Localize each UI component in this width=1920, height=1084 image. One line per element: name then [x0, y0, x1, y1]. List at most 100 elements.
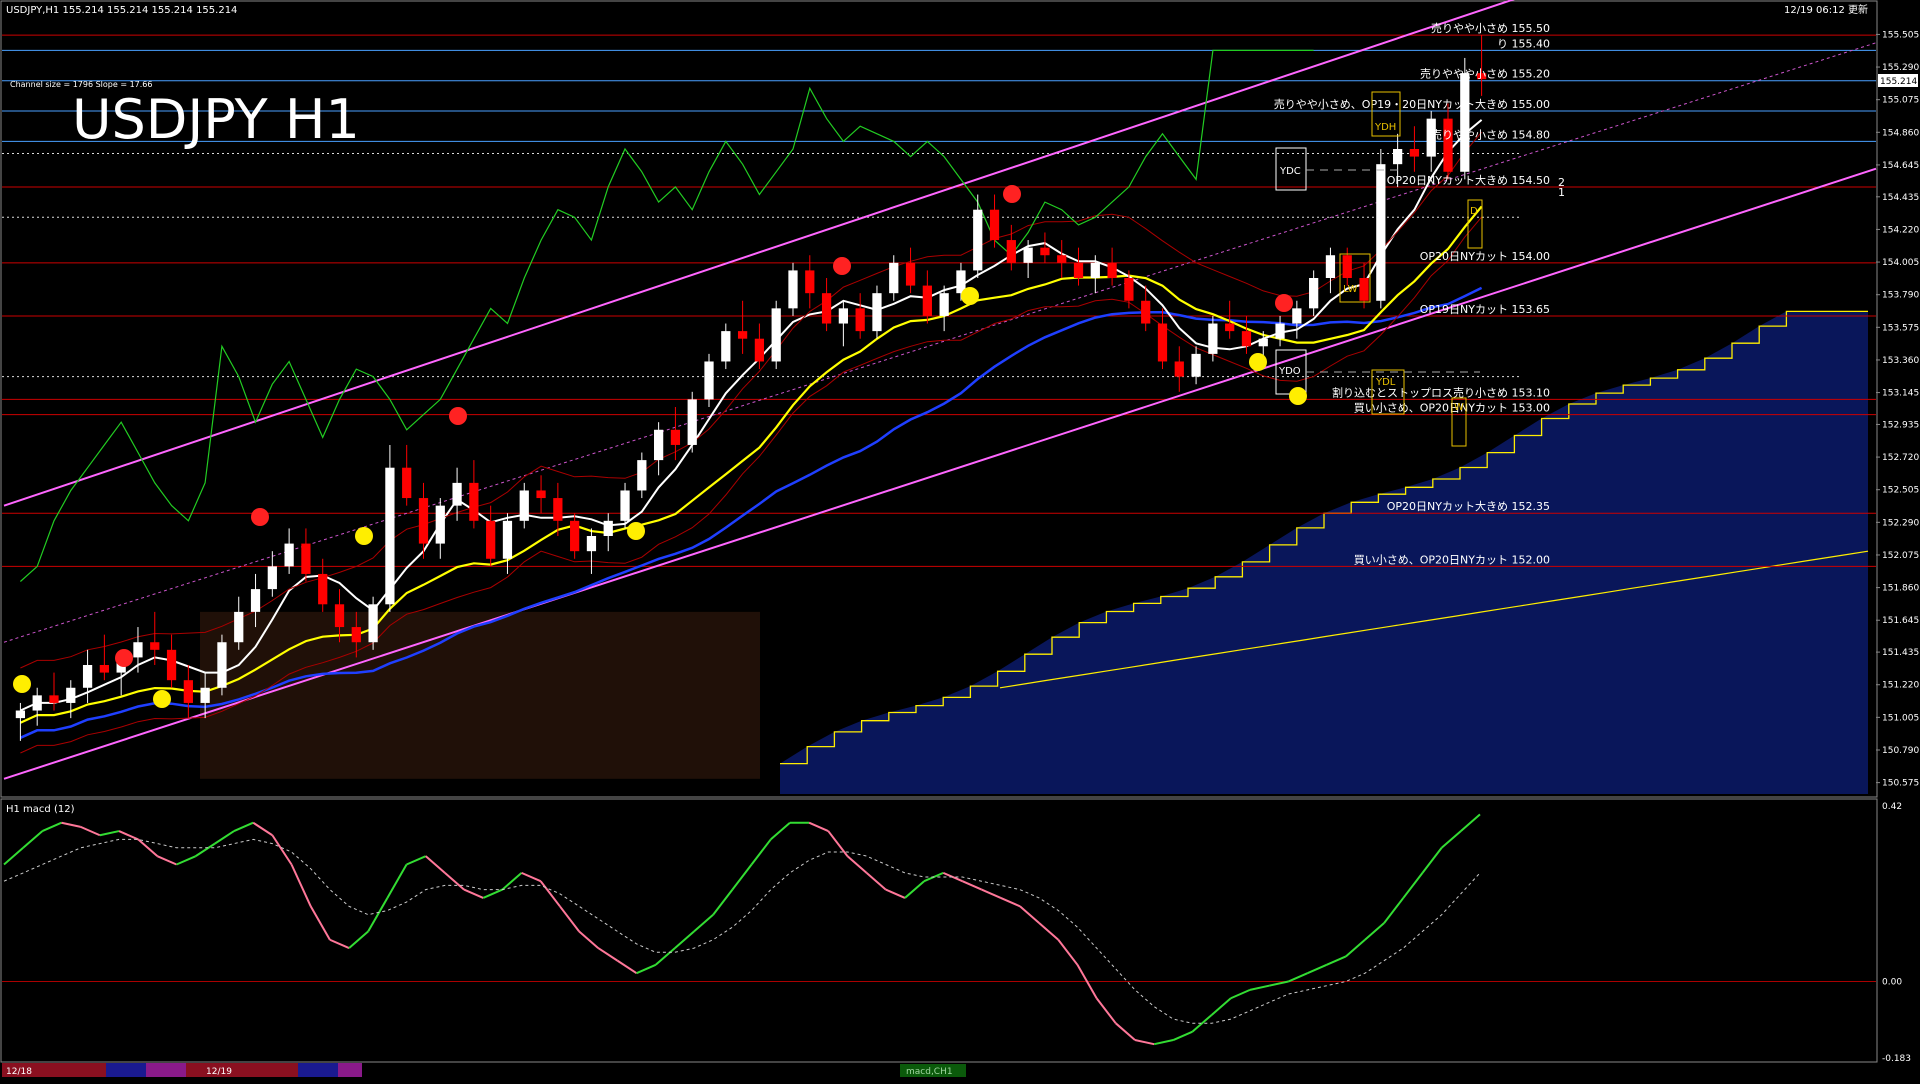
candle-body	[250, 589, 261, 612]
price-tick-label: 154.220	[1882, 225, 1919, 235]
candle-body	[1376, 164, 1386, 301]
price-tick-label: 150.790	[1882, 746, 1919, 756]
datetime-label: 12/19 06:12 更新	[1784, 3, 1868, 16]
buy-signal	[1249, 353, 1267, 371]
price-tick-label: 153.360	[1882, 356, 1919, 366]
candle-body	[1409, 149, 1420, 157]
level-label: OP20日NYカット大きめ 152.35	[1387, 499, 1550, 513]
price-tick-label: 151.860	[1882, 584, 1919, 594]
price-tick-label: 154.645	[1882, 161, 1919, 171]
candle-body	[905, 262, 916, 286]
candle-body	[1090, 262, 1100, 278]
sell-signal	[1003, 185, 1021, 203]
candle-body	[939, 293, 949, 316]
candle-body	[385, 467, 395, 605]
level-label: 買い小さめ、OP20日NYカット 152.00	[1354, 553, 1550, 566]
current-price: 155.214	[1880, 77, 1917, 87]
buy-signal	[1289, 387, 1307, 405]
candle-body	[670, 429, 681, 445]
sell-signal	[251, 508, 269, 526]
candle-body	[788, 270, 798, 309]
candle-body	[351, 627, 361, 643]
candle-body	[200, 687, 210, 703]
candle-body	[771, 308, 781, 362]
price-tick-label: 151.435	[1882, 648, 1919, 658]
candle-body	[234, 611, 244, 643]
candle-body	[637, 460, 647, 491]
candle-body	[737, 331, 748, 339]
candle-body	[49, 695, 59, 703]
price-tick-label: 152.720	[1882, 453, 1919, 463]
level-label: 売りややや小さめ 155.20	[1420, 68, 1550, 81]
price-tick-label: 152.505	[1882, 486, 1919, 496]
candle-body	[889, 262, 899, 294]
candle-body	[15, 710, 26, 719]
candle-body	[1393, 149, 1403, 165]
level-label: OP20日NYカット大きめ 154.50	[1387, 173, 1550, 187]
macd-tab-label: macd,CH1	[906, 1067, 953, 1077]
candle-body	[1157, 323, 1168, 362]
candle-body	[133, 642, 143, 658]
candle-body	[267, 566, 277, 590]
symbol-line: USDJPY,H1 155.214 155.214 155.214 155.21…	[6, 5, 237, 16]
price-tick-label: 155.075	[1882, 96, 1919, 106]
candle-body	[452, 482, 462, 506]
candle-body	[570, 520, 580, 552]
level-label: 売りやや小さめ 155.50	[1431, 22, 1550, 35]
candle-body	[821, 293, 832, 324]
candle-body	[150, 642, 160, 650]
sell-signal	[833, 257, 851, 275]
candle-body	[99, 665, 109, 673]
candle-body	[166, 649, 177, 681]
candle-body	[1006, 240, 1016, 263]
candle-body	[469, 482, 479, 521]
candle-body	[586, 536, 597, 552]
time-label-1218: 12/18	[6, 1067, 32, 1077]
time-label-1219: 12/19	[206, 1067, 232, 1077]
candle-body	[553, 498, 563, 521]
big-title: USDJPY H1	[72, 88, 360, 151]
price-tick-label: 152.075	[1882, 551, 1919, 561]
current-price-tag: 155.214	[1878, 74, 1918, 87]
price-tick-label: 155.290	[1882, 63, 1919, 73]
candle-body	[418, 498, 429, 544]
marker-1: 1	[1558, 186, 1565, 199]
candle-body	[1258, 338, 1268, 347]
candle-body	[1292, 308, 1302, 324]
candle-body	[1073, 262, 1084, 278]
price-tick-label: 151.005	[1882, 713, 1919, 723]
candle-body	[66, 687, 76, 703]
candle-body	[435, 505, 445, 544]
price-tick-label: 155.505	[1882, 30, 1919, 40]
level-label: OP20日NYカット 154.00	[1420, 250, 1550, 263]
macd-label: H1 macd (12)	[6, 804, 75, 815]
candle-body	[1325, 255, 1336, 278]
price-tick-label: 151.220	[1882, 681, 1919, 691]
price-tick-label: 152.935	[1882, 420, 1919, 430]
candle-body	[838, 308, 848, 324]
sell-signal	[115, 649, 133, 667]
buy-signal	[961, 287, 979, 305]
candle-body	[1141, 300, 1151, 324]
candle-body	[989, 209, 1000, 241]
candle-body	[1460, 73, 1470, 172]
marker-w: W	[1454, 402, 1464, 413]
buy-signal	[13, 675, 31, 693]
chart-root: 売りやや小さめ 155.50 り 155.40 売りややや小さめ 155.20 売りや…	[0, 0, 1920, 1080]
macd-tick-label: 0.00	[1882, 978, 1902, 988]
candle-body	[1023, 247, 1033, 263]
candle-body	[82, 665, 93, 688]
candle-body	[754, 338, 765, 362]
candle-body	[855, 308, 865, 332]
chart-canvas: 売りやや小さめ 155.50 り 155.40 売りややや小さめ 155.20 売りや…	[0, 0, 1920, 1080]
candle-body	[620, 490, 630, 521]
candle-body	[183, 680, 193, 703]
candle-body	[1124, 278, 1134, 301]
buy-signal	[153, 690, 171, 708]
candle-body	[1057, 255, 1067, 263]
marker-ydl: YDL	[1375, 377, 1396, 388]
level-label: 売りやや小さめ 154.80	[1431, 128, 1550, 141]
candle-body	[284, 543, 294, 567]
candle-body	[32, 695, 42, 711]
price-tick-label: 151.645	[1882, 616, 1919, 626]
